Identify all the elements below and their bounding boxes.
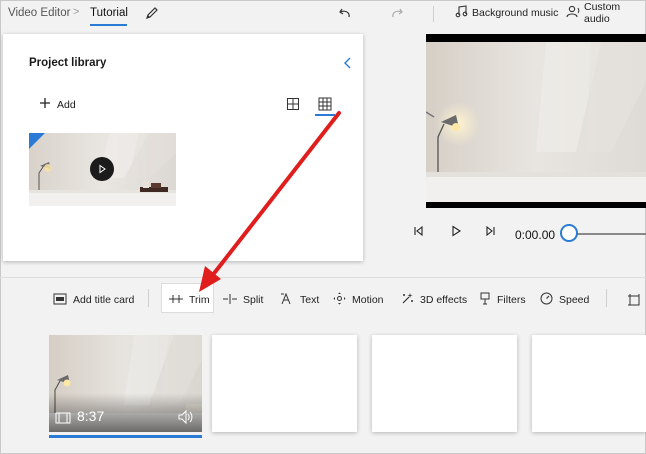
clip-selected-indicator: [49, 435, 202, 438]
title-card-icon: [53, 293, 67, 308]
3d-effects-icon: [401, 292, 414, 308]
project-library-panel: Project library Add: [3, 34, 363, 261]
toolbar-divider: [148, 289, 149, 307]
playback-scrubber-thumb[interactable]: [560, 224, 578, 242]
background-music-label: Background music: [472, 7, 559, 19]
chevron-left-icon[interactable]: [341, 56, 355, 70]
3d-effects-button[interactable]: 3D effects: [401, 292, 467, 308]
filters-icon: [479, 292, 491, 308]
filters-label: Filters: [497, 294, 526, 306]
plus-icon: [39, 97, 51, 112]
add-media-label: Add: [57, 98, 76, 111]
speed-icon: [540, 292, 553, 308]
text-button[interactable]: Text: [280, 292, 319, 308]
selected-corner-badge: [29, 133, 45, 149]
custom-audio-button[interactable]: Custom audio: [566, 1, 646, 25]
playback-scrubber-track[interactable]: [570, 233, 646, 235]
large-grid-icon[interactable]: [317, 96, 333, 112]
breadcrumb-separator: >: [73, 6, 80, 18]
trim-label: Trim: [189, 294, 210, 306]
toolbar-divider: [433, 6, 434, 22]
storyboard-empty-slot[interactable]: [212, 335, 357, 432]
project-library-title: Project library: [29, 57, 107, 69]
video-clip-icon: [55, 412, 71, 424]
speed-button[interactable]: Speed: [540, 292, 589, 308]
motion-label: Motion: [352, 294, 384, 306]
split-label: Split: [243, 294, 264, 306]
storyboard-empty-slot[interactable]: [372, 335, 517, 432]
redo-icon[interactable]: [388, 4, 406, 22]
toolbar-divider: [606, 289, 607, 307]
resize-icon[interactable]: [628, 292, 641, 308]
preview-frame: [426, 42, 646, 202]
storyboard-divider: [0, 277, 646, 278]
lamp-scene-image: [426, 42, 646, 202]
filters-button[interactable]: Filters: [479, 292, 526, 308]
storyboard-clip[interactable]: 8:37: [49, 335, 202, 432]
add-title-card-button[interactable]: Add title card: [53, 292, 134, 308]
music-note-icon: [455, 5, 468, 21]
custom-audio-label: Custom audio: [584, 1, 621, 25]
clip-duration: 8:37: [77, 408, 105, 424]
playback-time: 0:00.00: [515, 228, 556, 242]
trim-button[interactable]: Trim: [169, 292, 210, 308]
storyboard-empty-slot[interactable]: [532, 335, 646, 432]
text-icon: [280, 292, 294, 308]
video-preview[interactable]: [426, 34, 646, 208]
play-button[interactable]: [450, 224, 462, 241]
previous-frame-button[interactable]: [412, 224, 424, 241]
breadcrumb-project[interactable]: Tutorial: [90, 7, 128, 19]
library-media-thumbnail[interactable]: [29, 133, 176, 206]
pencil-icon[interactable]: [143, 4, 161, 22]
3d-effects-label: 3D effects: [420, 294, 468, 306]
add-media-button[interactable]: Add: [39, 97, 76, 112]
background-music-button[interactable]: Background music: [455, 4, 558, 22]
add-title-card-label: Add title card: [73, 294, 135, 306]
view-mode-active-indicator: [315, 114, 335, 116]
breadcrumb-active-indicator: [90, 24, 127, 26]
text-label: Text: [300, 294, 320, 306]
motion-button[interactable]: Motion: [333, 292, 384, 308]
motion-icon: [333, 292, 346, 308]
breadcrumb-app[interactable]: Video Editor: [8, 7, 70, 19]
split-icon: [223, 293, 237, 308]
speed-label: Speed: [559, 294, 590, 306]
trim-icon: [169, 293, 183, 308]
title-bar: Video Editor > Tutorial Background music…: [0, 0, 646, 28]
split-button[interactable]: Split: [223, 292, 263, 308]
play-icon[interactable]: [90, 157, 114, 181]
custom-audio-icon: [566, 5, 580, 21]
small-grid-icon[interactable]: [286, 97, 300, 111]
volume-icon[interactable]: [177, 409, 195, 425]
undo-icon[interactable]: [336, 4, 354, 22]
next-frame-button[interactable]: [485, 224, 497, 241]
